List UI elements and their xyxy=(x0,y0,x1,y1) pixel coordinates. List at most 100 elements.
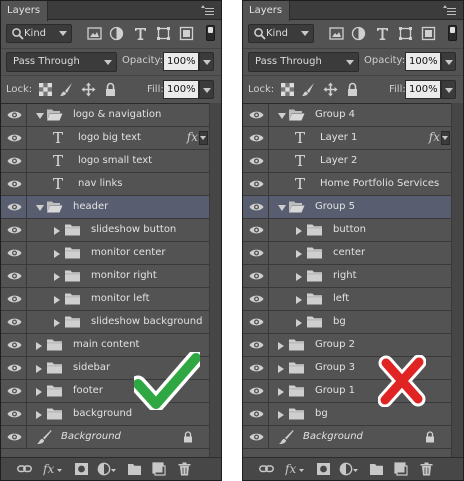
filter-kind-select[interactable]: Kind xyxy=(6,24,72,43)
visibility-eye-icon[interactable] xyxy=(249,340,264,350)
layer-row[interactable]: Tlogo small text xyxy=(1,150,209,173)
expand-triangle-icon[interactable] xyxy=(296,296,302,304)
layer-row[interactable]: bg xyxy=(243,311,451,334)
fill-slider-button[interactable] xyxy=(199,80,214,99)
visibility-toggle[interactable] xyxy=(243,311,269,333)
layer-name[interactable]: monitor right xyxy=(91,270,157,281)
layer-name[interactable]: Background xyxy=(303,431,363,442)
layer-name[interactable]: Home Portfolio Services xyxy=(320,178,439,189)
expand-triangle-icon[interactable] xyxy=(296,250,302,258)
visibility-toggle[interactable] xyxy=(1,196,27,218)
visibility-eye-icon[interactable] xyxy=(249,409,264,419)
layer-row[interactable]: Group 4 xyxy=(243,104,451,127)
collapse-triangle-icon[interactable] xyxy=(36,205,44,211)
add-layer-mask-icon[interactable] xyxy=(316,462,331,476)
lock-transparent-pixels-icon[interactable] xyxy=(38,82,53,97)
delete-layer-trash-icon[interactable] xyxy=(419,462,434,476)
smart-object-filter-icon[interactable] xyxy=(421,26,436,41)
visibility-eye-icon[interactable] xyxy=(7,432,22,442)
layer-name[interactable]: button xyxy=(333,224,366,235)
visibility-toggle[interactable] xyxy=(243,357,269,379)
fill-input[interactable]: 100% xyxy=(405,80,441,99)
new-group-folder-icon[interactable] xyxy=(369,462,384,476)
layer-row[interactable]: Group 2 xyxy=(243,334,451,357)
lock-position-icon[interactable] xyxy=(323,82,338,97)
visibility-eye-icon[interactable] xyxy=(249,363,264,373)
visibility-eye-icon[interactable] xyxy=(7,133,22,143)
panel-menu-icon[interactable] xyxy=(443,5,457,15)
visibility-eye-icon[interactable] xyxy=(249,133,264,143)
layer-name[interactable]: Layer 1 xyxy=(320,132,357,143)
lock-all-icon[interactable] xyxy=(345,82,360,97)
visibility-eye-icon[interactable] xyxy=(249,225,264,235)
expand-triangle-icon[interactable] xyxy=(54,319,60,327)
layer-name[interactable]: logo & navigation xyxy=(73,109,161,120)
layer-row[interactable]: right xyxy=(243,265,451,288)
new-adjustment-layer-icon[interactable] xyxy=(97,462,117,476)
expand-triangle-icon[interactable] xyxy=(54,296,60,304)
visibility-eye-icon[interactable] xyxy=(249,386,264,396)
layers-tab[interactable]: Layers xyxy=(1,1,49,21)
layer-row[interactable]: slideshow background xyxy=(1,311,209,334)
layer-name[interactable]: bg xyxy=(315,408,328,419)
effects-expand-button[interactable] xyxy=(441,131,450,145)
link-layers-icon[interactable] xyxy=(259,462,274,476)
visibility-eye-icon[interactable] xyxy=(249,432,264,442)
layer-style-fx-icon[interactable]: fx xyxy=(285,462,305,476)
effects-expand-button[interactable] xyxy=(199,131,208,145)
visibility-eye-icon[interactable] xyxy=(249,179,264,189)
expand-triangle-icon[interactable] xyxy=(296,273,302,281)
layer-row[interactable]: logo & navigation xyxy=(1,104,209,127)
adjustment-layer-filter-icon[interactable] xyxy=(351,26,366,41)
collapse-triangle-icon[interactable] xyxy=(278,205,286,211)
opacity-slider-button[interactable] xyxy=(441,52,456,71)
layer-name[interactable]: center xyxy=(333,247,365,258)
visibility-toggle[interactable] xyxy=(1,265,27,287)
visibility-eye-icon[interactable] xyxy=(7,363,22,373)
visibility-toggle[interactable] xyxy=(243,426,269,448)
layer-row[interactable]: left xyxy=(243,288,451,311)
layer-name[interactable]: left xyxy=(333,293,349,304)
visibility-toggle[interactable] xyxy=(1,150,27,172)
visibility-eye-icon[interactable] xyxy=(7,248,22,258)
layer-row[interactable]: Group 5 xyxy=(243,196,451,219)
visibility-eye-icon[interactable] xyxy=(249,156,264,166)
visibility-toggle[interactable] xyxy=(243,380,269,402)
layer-name[interactable]: logo small text xyxy=(78,155,152,166)
blend-mode-select[interactable]: Pass Through xyxy=(6,52,117,72)
layer-row[interactable]: slideshow button xyxy=(1,219,209,242)
visibility-toggle[interactable] xyxy=(1,219,27,241)
new-layer-icon[interactable] xyxy=(393,462,408,476)
collapse-triangle-icon[interactable] xyxy=(278,113,286,119)
visibility-toggle[interactable] xyxy=(243,173,269,195)
layer-name[interactable]: slideshow background xyxy=(91,316,202,327)
visibility-eye-icon[interactable] xyxy=(7,156,22,166)
expand-triangle-icon[interactable] xyxy=(54,227,60,235)
layer-style-fx-icon[interactable]: fx xyxy=(43,462,63,476)
layer-name[interactable]: main content xyxy=(73,339,139,350)
lock-image-pixels-icon[interactable] xyxy=(301,82,316,97)
visibility-toggle[interactable] xyxy=(1,173,27,195)
layer-name[interactable]: Background xyxy=(61,431,121,442)
opacity-input[interactable]: 100% xyxy=(405,52,441,71)
layer-list-scrollbar[interactable] xyxy=(209,103,221,459)
new-adjustment-layer-icon[interactable] xyxy=(339,462,359,476)
visibility-toggle[interactable] xyxy=(243,403,269,425)
visibility-toggle[interactable] xyxy=(1,403,27,425)
visibility-eye-icon[interactable] xyxy=(249,294,264,304)
layer-name[interactable]: Group 4 xyxy=(315,109,355,120)
visibility-eye-icon[interactable] xyxy=(7,386,22,396)
filter-toggle-switch[interactable] xyxy=(448,25,457,41)
smart-object-filter-icon[interactable] xyxy=(179,26,194,41)
lock-image-pixels-icon[interactable] xyxy=(59,82,74,97)
expand-triangle-icon[interactable] xyxy=(278,365,284,373)
pixel-layer-filter-icon[interactable] xyxy=(87,26,102,41)
layer-row[interactable]: Background xyxy=(1,426,209,449)
layer-row[interactable]: button xyxy=(243,219,451,242)
expand-triangle-icon[interactable] xyxy=(54,250,60,258)
layer-name[interactable]: Layer 2 xyxy=(320,155,357,166)
visibility-eye-icon[interactable] xyxy=(7,202,22,212)
blend-mode-select[interactable]: Pass Through xyxy=(248,52,359,72)
expand-triangle-icon[interactable] xyxy=(296,319,302,327)
layer-list-scrollbar[interactable] xyxy=(451,103,463,459)
